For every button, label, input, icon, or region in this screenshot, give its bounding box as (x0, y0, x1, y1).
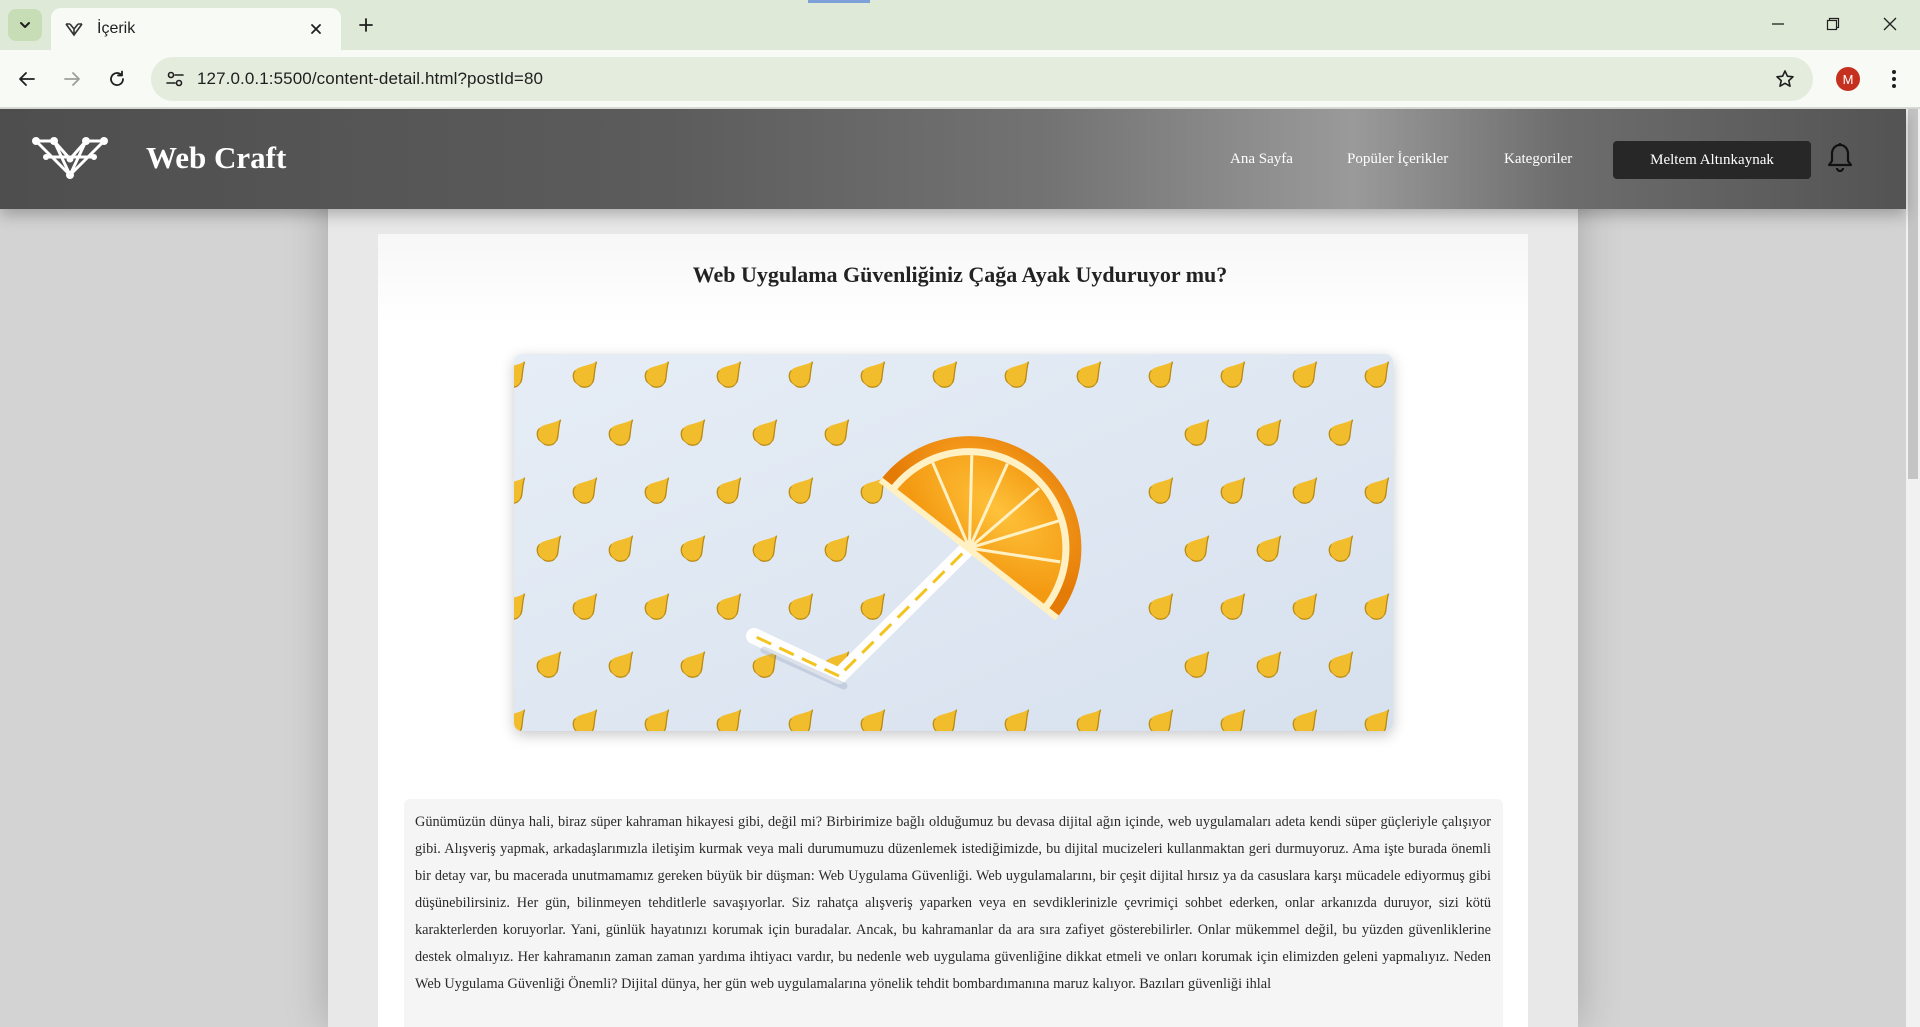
site-info-icon[interactable] (157, 61, 193, 97)
minimize-icon (1772, 23, 1784, 25)
minimize-button[interactable] (1760, 10, 1796, 38)
site-header: Web Craft Ana Sayfa Popüler İçerikler Ka… (0, 109, 1906, 209)
reload-button[interactable] (101, 63, 133, 95)
tab-active[interactable]: İçerik (51, 8, 341, 50)
user-menu-button[interactable]: Meltem Altınkaynak (1613, 141, 1811, 179)
webcraft-favicon-icon (65, 20, 83, 38)
restore-button[interactable] (1815, 10, 1851, 38)
orange-slice-umbrella-image (514, 354, 1393, 731)
browser-toolbar: 127.0.0.1:5500/content-detail.html?postI… (0, 50, 1920, 108)
nav-link-categories[interactable]: Kategoriler (1504, 151, 1572, 168)
tab-strip-accent (808, 0, 870, 3)
webcraft-logo-icon[interactable] (32, 133, 108, 181)
close-window-button[interactable] (1872, 10, 1908, 38)
address-bar[interactable]: 127.0.0.1:5500/content-detail.html?postI… (151, 57, 1813, 101)
bookmark-star-icon[interactable] (1767, 61, 1803, 97)
close-window-icon (1883, 17, 1897, 31)
nav-link-home[interactable]: Ana Sayfa (1230, 151, 1293, 168)
reload-icon (110, 70, 124, 86)
close-icon[interactable] (305, 18, 327, 40)
chevron-down-icon (20, 22, 30, 28)
post-body-text: Günümüzün dünya hali, biraz süper kahram… (415, 814, 1491, 992)
site-brand-name[interactable]: Web Craft (146, 140, 286, 176)
scrollbar-thumb[interactable] (1908, 109, 1918, 479)
bell-icon[interactable] (1826, 141, 1854, 173)
arrow-right-icon (64, 72, 80, 86)
tab-title: İçerik (97, 20, 136, 37)
restore-icon (1826, 17, 1840, 31)
profile-avatar[interactable]: M (1836, 67, 1860, 91)
post-hero-image (514, 354, 1393, 731)
nav-link-popular[interactable]: Popüler İçerikler (1347, 151, 1448, 168)
browser-tab-strip: İçerik (0, 0, 1920, 50)
more-options-icon[interactable] (1880, 65, 1908, 93)
page-scrollbar[interactable] (1906, 109, 1920, 1027)
post-title: Web Uygulama Güvenliğiniz Çağa Ayak Uydu… (692, 262, 1228, 287)
forward-button[interactable] (56, 63, 88, 95)
new-tab-button[interactable] (352, 11, 380, 39)
arrow-left-icon (19, 72, 35, 86)
tab-search-button[interactable] (8, 9, 42, 41)
url-text[interactable]: 127.0.0.1:5500/content-detail.html?postI… (197, 69, 1767, 89)
page-viewport: Web Uygulama Güvenliğiniz Çağa Ayak Uydu… (0, 109, 1920, 1027)
post-content-box: Günümüzün dünya hali, biraz süper kahram… (404, 799, 1503, 1027)
plus-icon (359, 18, 373, 32)
back-button[interactable] (11, 63, 43, 95)
